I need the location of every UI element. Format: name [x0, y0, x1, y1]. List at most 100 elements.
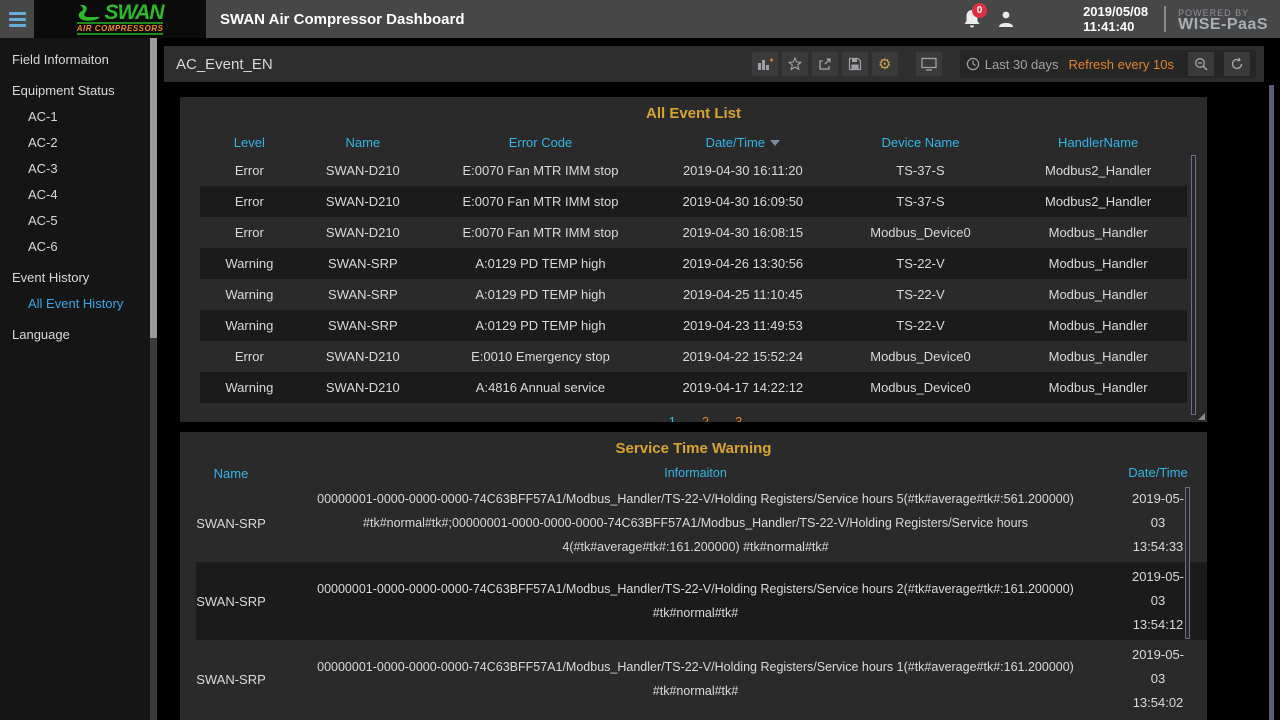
page-button-1[interactable]: 1: [669, 414, 676, 422]
powered-by-block: POWERED BY WISE-PaaS: [1178, 7, 1268, 31]
refresh-button[interactable]: [1224, 52, 1250, 76]
event-table-row[interactable]: Warning SWAN-D210 A:4816 Annual service …: [200, 372, 1187, 403]
cell-level: Error: [200, 194, 299, 209]
sidebar-item-language[interactable]: Language: [0, 322, 150, 348]
sidebar-item-equipment-status[interactable]: Equipment Status: [0, 78, 150, 104]
cell-device: Modbus_Device0: [832, 225, 1010, 240]
swan-logo: SWAN AIR COMPRESSORS: [34, 0, 206, 38]
sidebar-item-event-history[interactable]: Event History: [0, 265, 150, 291]
cell-handler: Modbus_Handler: [1009, 256, 1187, 271]
cell-device: Modbus_Device0: [832, 349, 1010, 364]
cell-error-code: A:0129 PD TEMP high: [427, 318, 654, 333]
cell-level: Warning: [200, 256, 299, 271]
event-table-row[interactable]: Warning SWAN-SRP A:0129 PD TEMP high 201…: [200, 248, 1187, 279]
sidebar-item-ac-4[interactable]: AC-4: [0, 182, 150, 208]
sidebar-scrollbar-track[interactable]: [150, 38, 157, 720]
notification-badge: 0: [972, 3, 987, 18]
cell-level: Warning: [200, 287, 299, 302]
sidebar-item-ac-6[interactable]: AC-6: [0, 234, 150, 260]
share-icon: [818, 57, 832, 71]
cell-error-code: E:0070 Fan MTR IMM stop: [427, 225, 654, 240]
event-table-row[interactable]: Error SWAN-D210 E:0070 Fan MTR IMM stop …: [200, 155, 1187, 186]
page-button-3[interactable]: 3: [735, 414, 742, 422]
event-table-row[interactable]: Error SWAN-D210 E:0010 Emergency stop 20…: [200, 341, 1187, 372]
refresh-interval-picker[interactable]: Refresh every 10s: [1069, 57, 1179, 72]
settings-button[interactable]: ⚙: [872, 52, 898, 76]
cell-error-code: A:0129 PD TEMP high: [427, 287, 654, 302]
dashboard-toolbar: AC_Event_EN: [164, 46, 1264, 82]
column-header-device-name[interactable]: Device Name: [832, 135, 1010, 150]
column-header-datetime[interactable]: Date/Time: [1125, 461, 1191, 485]
gear-icon: ⚙: [878, 57, 891, 72]
sidebar-item-ac-2[interactable]: AC-2: [0, 130, 150, 156]
event-table-row[interactable]: Warning SWAN-SRP A:0129 PD TEMP high 201…: [200, 279, 1187, 310]
column-header-error-code[interactable]: Error Code: [427, 135, 654, 150]
service-table-row[interactable]: SWAN-SRP 00000001-0000-0000-0000-74C63BF…: [196, 562, 1207, 640]
cell-name: SWAN-SRP: [196, 507, 266, 540]
column-header-name[interactable]: Name: [196, 457, 266, 490]
column-header-handler-name[interactable]: HandlerName: [1009, 135, 1187, 150]
panel-resize-handle[interactable]: [1198, 413, 1205, 420]
share-button[interactable]: [812, 52, 838, 76]
cell-handler: Modbus_Handler: [1009, 318, 1187, 333]
event-panel-title[interactable]: All Event List: [180, 97, 1207, 127]
add-panel-button[interactable]: [752, 52, 778, 76]
top-bar: SWAN AIR COMPRESSORS SWAN Air Compressor…: [0, 0, 1280, 38]
view-mode-button[interactable]: [916, 52, 942, 76]
swan-icon: [77, 4, 103, 22]
cell-name: SWAN-D210: [299, 163, 427, 178]
clock-display: 2019/05/08 11:41:40: [1083, 4, 1148, 34]
page-scrollbar[interactable]: [1269, 85, 1274, 720]
notifications-button[interactable]: 0: [955, 0, 989, 38]
dashboard-name[interactable]: AC_Event_EN: [176, 56, 273, 73]
cell-level: Warning: [200, 380, 299, 395]
event-table-row[interactable]: Warning SWAN-SRP A:0129 PD TEMP high 201…: [200, 310, 1187, 341]
cell-datetime: 2019-04-17 14:22:12: [654, 380, 832, 395]
sidebar-item-ac-5[interactable]: AC-5: [0, 208, 150, 234]
event-table-row[interactable]: Error SWAN-D210 E:0070 Fan MTR IMM stop …: [200, 217, 1187, 248]
sidebar-item-ac-1[interactable]: AC-1: [0, 104, 150, 130]
column-header-information[interactable]: Informaiton: [266, 461, 1125, 485]
sidebar-scrollbar-thumb[interactable]: [150, 38, 157, 338]
service-panel-title[interactable]: Service Time Warning: [180, 432, 1207, 462]
sidebar-item-field-information[interactable]: Field Informaiton: [0, 47, 150, 73]
cell-datetime: 2019-04-26 13:30:56: [654, 256, 832, 271]
service-table-row[interactable]: SWAN-SRP 00000001-0000-0000-0000-74C63BF…: [196, 484, 1207, 562]
cell-name: SWAN-SRP: [299, 287, 427, 302]
sidebar-item-ac-3[interactable]: AC-3: [0, 156, 150, 182]
zoom-out-button[interactable]: [1188, 52, 1214, 76]
cell-handler: Modbus2_Handler: [1009, 163, 1187, 178]
service-time-warning-panel: Service Time Warning Name Informaiton Da…: [180, 432, 1207, 720]
page-button-2[interactable]: 2: [702, 414, 709, 422]
column-header-datetime[interactable]: Date/Time: [654, 135, 832, 150]
clock-icon: [966, 57, 980, 71]
menu-toggle-icon[interactable]: [0, 0, 34, 38]
cell-device: TS-22-V: [832, 287, 1010, 302]
cell-level: Error: [200, 163, 299, 178]
cell-device: TS-22-V: [832, 318, 1010, 333]
cell-information: 00000001-0000-0000-0000-74C63BFF57A1/Mod…: [266, 655, 1125, 703]
cell-level: Error: [200, 349, 299, 364]
service-table-row[interactable]: SWAN-SRP 00000001-0000-0000-0000-74C63BF…: [196, 640, 1207, 718]
cell-error-code: E:0070 Fan MTR IMM stop: [427, 194, 654, 209]
cell-name: SWAN-SRP: [196, 663, 266, 696]
sort-desc-icon: [770, 140, 780, 146]
event-table-scrollbar[interactable]: [1191, 155, 1196, 415]
service-table-scrollbar[interactable]: [1185, 487, 1190, 639]
column-header-name[interactable]: Name: [299, 135, 427, 150]
sidebar-item-all-event-history[interactable]: All Event History: [0, 291, 150, 317]
cell-name: SWAN-SRP: [299, 256, 427, 271]
event-table-row[interactable]: Error SWAN-D210 E:0070 Fan MTR IMM stop …: [200, 186, 1187, 217]
save-button[interactable]: [842, 52, 868, 76]
cell-error-code: E:0010 Emergency stop: [427, 349, 654, 364]
add-panel-icon: [757, 57, 773, 71]
cell-information: 00000001-0000-0000-0000-74C63BFF57A1/Mod…: [266, 577, 1125, 625]
user-button[interactable]: [989, 0, 1023, 38]
cell-level: Error: [200, 225, 299, 240]
column-header-level[interactable]: Level: [200, 135, 299, 150]
time-range-picker[interactable]: Last 30 days: [966, 57, 1059, 72]
cell-error-code: A:4816 Annual service: [427, 380, 654, 395]
cell-device: TS-37-S: [832, 194, 1010, 209]
all-event-list-panel: All Event List Level Name Error Code Dat…: [180, 97, 1207, 422]
star-button[interactable]: [782, 52, 808, 76]
